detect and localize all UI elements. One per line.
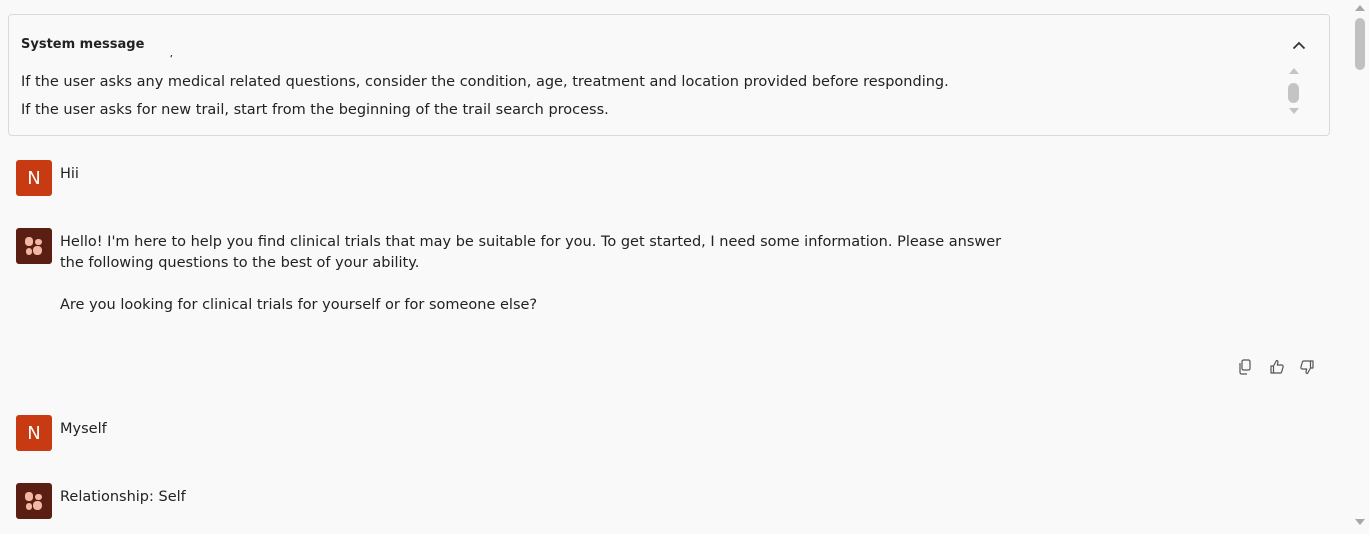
system-message-text[interactable]: ' ' ' ' ' ' ' ' ' ' ' ' ' ' ' ' ' ' /' '…	[21, 55, 1261, 133]
thumbs-up-button[interactable]	[1269, 358, 1285, 376]
message-paragraph: Relationship: Self	[60, 489, 186, 505]
thumbs-up-icon	[1270, 359, 1284, 374]
scroll-down-icon[interactable]	[1354, 518, 1366, 526]
assistant-message: Relationship: Self	[60, 487, 186, 508]
assistant-message: Hello! I'm here to help you find clinica…	[60, 232, 1001, 316]
user-message: Hii	[60, 166, 79, 182]
user-avatar: N	[16, 160, 52, 196]
system-message-title: System message	[21, 37, 145, 52]
system-message-line: If the user asks for new trail, start fr…	[21, 102, 609, 118]
user-message: Myself	[60, 421, 107, 437]
chevron-up-icon	[1292, 41, 1306, 49]
scroll-up-icon[interactable]	[1354, 4, 1366, 12]
system-message-line: If the user asks any medical related que…	[21, 74, 949, 90]
copy-button[interactable]	[1237, 358, 1253, 376]
assistant-avatar	[16, 483, 52, 519]
message-paragraph: Hello! I'm here to help you find clinica…	[60, 234, 1002, 250]
thumbs-down-icon	[1300, 360, 1314, 375]
scroll-up-icon[interactable]	[1288, 67, 1300, 75]
scroll-thumb[interactable]	[1288, 83, 1299, 103]
message-paragraph: the following questions to the best of y…	[60, 255, 420, 271]
scroll-thumb[interactable]	[1355, 18, 1365, 70]
avatar-letter: N	[27, 422, 41, 444]
message-actions	[1237, 358, 1317, 376]
system-message-panel: System message ' ' ' ' ' ' ' ' ' ' ' ' '…	[8, 14, 1330, 136]
system-message-cut-line: ' ' ' ' ' ' ' ' ' ' ' ' ' ' ' ' ' ' /' '…	[21, 55, 1261, 61]
thumbs-down-button[interactable]	[1299, 358, 1315, 376]
copy-icon	[1239, 359, 1251, 375]
page-scrollbar[interactable]	[1350, 0, 1369, 534]
system-message-scrollbar[interactable]	[1287, 67, 1301, 117]
collapse-button[interactable]	[1289, 35, 1309, 55]
user-avatar: N	[16, 415, 52, 451]
message-paragraph: Are you looking for clinical trials for …	[60, 297, 538, 313]
scroll-down-icon[interactable]	[1288, 107, 1300, 115]
assistant-logo-icon	[25, 492, 42, 510]
assistant-avatar	[16, 228, 52, 264]
avatar-letter: N	[27, 167, 41, 189]
assistant-logo-icon	[25, 237, 42, 255]
